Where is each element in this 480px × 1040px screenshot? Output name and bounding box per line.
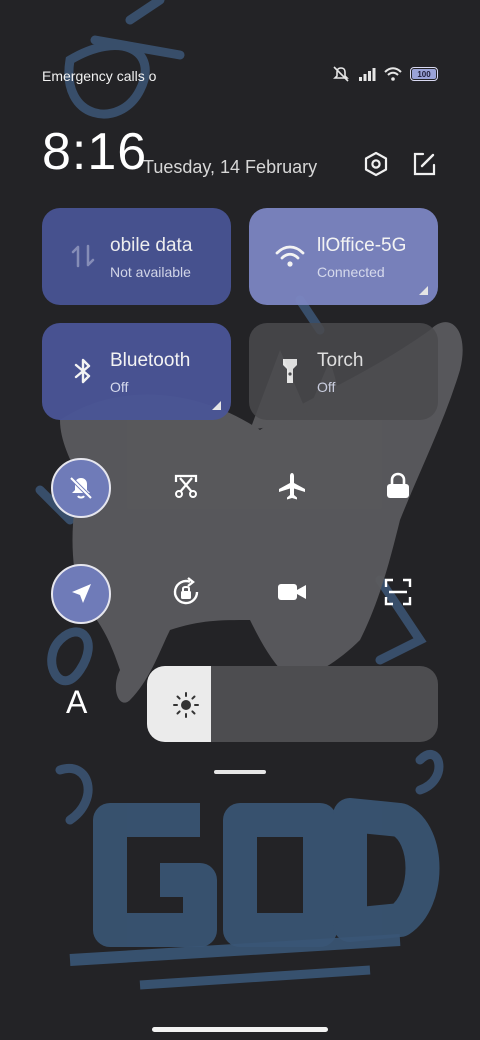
gesture-nav-bar[interactable] (152, 1027, 328, 1032)
toggle-airplane[interactable] (263, 457, 321, 515)
tile-torch-label: Torch (317, 350, 364, 371)
status-carrier-text: Emergency calls o (42, 68, 157, 84)
location-icon (72, 584, 91, 603)
tile-wifi[interactable]: llOffice-5G Connected (249, 208, 438, 305)
tile-torch[interactable]: Torch Off (249, 323, 438, 420)
tile-bluetooth-label: Bluetooth (110, 350, 191, 371)
toggle-rotation-lock[interactable] (157, 563, 215, 621)
tile-wifi-status: Connected (317, 264, 385, 280)
toggle-location[interactable] (51, 564, 111, 624)
sun-icon (173, 692, 199, 718)
bell-off-icon (69, 476, 93, 500)
tile-mobile-data[interactable]: obile data Not available (42, 208, 231, 305)
torch-icon (283, 359, 297, 383)
tile-wifi-label: llOffice-5G (317, 235, 407, 256)
edit-icon[interactable] (410, 150, 438, 178)
brightness-slider[interactable] (147, 666, 438, 742)
mute-icon (333, 66, 349, 82)
auto-brightness-button[interactable]: A (66, 684, 87, 721)
toggle-screenshot[interactable] (157, 457, 215, 515)
toggle-lock-screen[interactable] (369, 457, 427, 515)
tile-bluetooth-expand-icon[interactable] (212, 401, 221, 410)
video-camera-icon (278, 584, 306, 600)
toggle-silent[interactable] (51, 458, 111, 518)
toggle-screen-recorder[interactable] (263, 563, 321, 621)
rotation-lock-icon (173, 577, 199, 605)
tile-bluetooth-status: Off (110, 379, 129, 395)
screenshot-cut-icon (174, 474, 198, 498)
clock-date[interactable]: Tuesday, 14 February (143, 157, 317, 178)
mobile-data-icon (71, 244, 95, 268)
airplane-icon (279, 473, 305, 500)
battery-icon: 100 (410, 67, 438, 81)
signal-icon (359, 68, 376, 81)
settings-hex-icon[interactable] (362, 150, 390, 178)
tile-mobile-data-label: obile data (110, 235, 193, 256)
wifi-icon (384, 67, 402, 81)
scan-icon (384, 578, 412, 606)
tile-torch-status: Off (317, 379, 336, 395)
lock-icon (387, 472, 409, 498)
tile-mobile-data-status: Not available (110, 264, 191, 280)
bluetooth-icon (74, 358, 91, 384)
status-icons: 100 (332, 66, 438, 82)
tile-wifi-expand-icon[interactable] (419, 286, 428, 295)
battery-level: 100 (417, 69, 431, 79)
panel-drag-handle[interactable] (214, 770, 266, 774)
clock-time[interactable]: 8:16 (42, 122, 147, 182)
toggle-scanner[interactable] (369, 563, 427, 621)
tile-bluetooth[interactable]: Bluetooth Off (42, 323, 231, 420)
wifi-icon (275, 245, 305, 267)
